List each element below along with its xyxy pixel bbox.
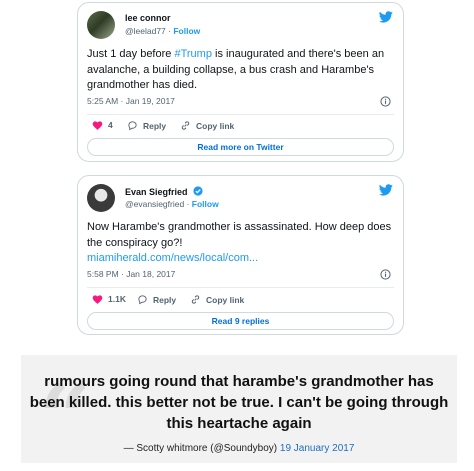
reply-button[interactable]: Reply — [137, 294, 176, 305]
handle-row: @leelad77 · Follow — [125, 26, 201, 36]
quote-date-link[interactable]: 19 January 2017 — [280, 443, 355, 454]
hashtag-link[interactable]: #Trump — [174, 48, 212, 60]
reply-label: Reply — [153, 294, 177, 305]
heart-icon — [92, 121, 103, 130]
heart-icon — [92, 295, 103, 304]
copy-link-label: Copy link — [196, 120, 235, 131]
divider — [87, 114, 394, 115]
twitter-bird-icon[interactable] — [379, 184, 393, 196]
copy-link-button[interactable]: Copy link — [180, 120, 234, 131]
article-link[interactable]: miamiherald.com/news/local/com... — [87, 252, 258, 264]
display-name-row: Evan Siegfried — [125, 186, 203, 197]
timestamp[interactable]: 5:58 PM · Jan 18, 2017 — [87, 269, 175, 279]
reply-icon — [138, 295, 147, 305]
like-count: 1.1K — [108, 294, 126, 304]
timestamp[interactable]: 5:25 AM · Jan 19, 2017 — [87, 96, 175, 106]
quote-attribution: — Scotty whitmore (@Soundyboy) — [123, 443, 278, 454]
reply-label: Reply — [143, 120, 167, 131]
link-icon — [191, 295, 200, 304]
handle[interactable]: @evansiegfried — [125, 199, 184, 209]
like-button[interactable]: 1.1K — [92, 294, 126, 304]
tweet-text: Now Harambe's grandmother is assassinate… — [87, 221, 392, 264]
info-icon[interactable] — [380, 96, 391, 107]
display-name[interactable]: lee connor — [125, 13, 171, 23]
tweet-header: lee connor @leelad77 · Follow — [87, 11, 393, 47]
follow-button[interactable]: Follow — [173, 26, 200, 36]
action-bar: 1.1K Reply Copy link — [87, 294, 394, 308]
tweet-card-1: lee connor @leelad77 · Follow Just 1 day… — [77, 2, 404, 162]
tweet-card-2: Evan Siegfried @evansiegfried · Follow N… — [77, 175, 404, 335]
quote-text: rumours going round that harambe's grand… — [29, 373, 449, 432]
copy-link-label: Copy link — [206, 294, 245, 305]
like-count: 4 — [108, 120, 113, 130]
read-replies-button[interactable]: Read 9 replies — [87, 312, 394, 330]
handle-row: @evansiegfried · Follow — [125, 199, 219, 209]
info-icon[interactable] — [380, 269, 391, 280]
read-more-button[interactable]: Read more on Twitter — [87, 138, 394, 156]
avatar[interactable] — [87, 184, 115, 212]
tweet-header: Evan Siegfried @evansiegfried · Follow — [87, 184, 393, 220]
link-icon — [181, 121, 190, 130]
handle[interactable]: @leelad77 — [125, 26, 166, 36]
verified-badge-icon — [193, 186, 203, 196]
twitter-bird-icon[interactable] — [379, 11, 393, 23]
like-button[interactable]: 4 — [92, 120, 113, 130]
pull-quote: “ rumours going round that harambe's gra… — [21, 355, 457, 463]
divider — [87, 287, 394, 288]
display-name[interactable]: Evan Siegfried — [125, 187, 188, 197]
action-bar: 4 Reply Copy link — [87, 120, 394, 134]
tweet-text: Just 1 day before #Trump is inaugurated … — [87, 48, 385, 91]
reply-button[interactable]: Reply — [127, 120, 166, 131]
avatar[interactable] — [87, 11, 115, 39]
quote-attribution-row: — Scotty whitmore (@Soundyboy) 19 Januar… — [21, 443, 457, 454]
follow-button[interactable]: Follow — [192, 199, 219, 209]
reply-icon — [128, 121, 137, 131]
copy-link-button[interactable]: Copy link — [190, 294, 244, 305]
